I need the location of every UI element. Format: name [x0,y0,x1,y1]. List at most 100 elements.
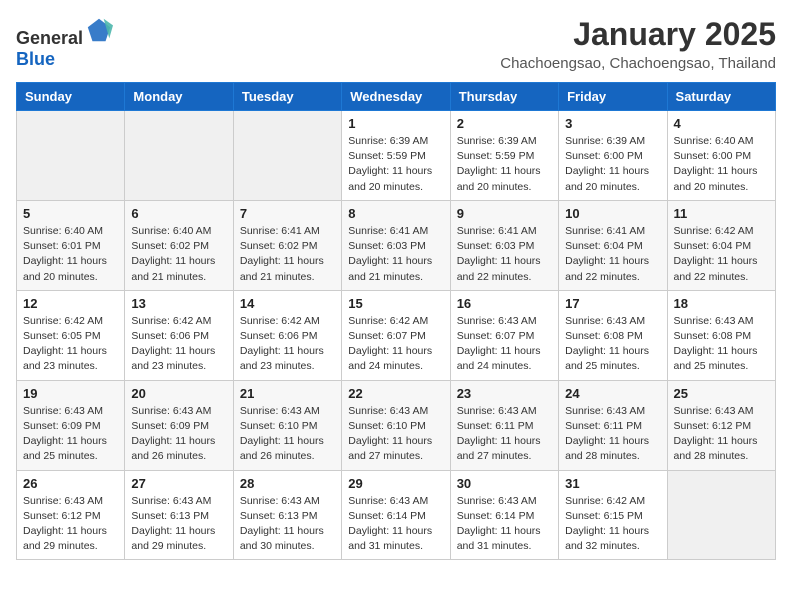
day-info: Sunrise: 6:43 AMSunset: 6:09 PMDaylight:… [23,404,118,465]
calendar-cell: 26Sunrise: 6:43 AMSunset: 6:12 PMDayligh… [17,470,125,560]
day-info: Sunrise: 6:42 AMSunset: 6:07 PMDaylight:… [348,314,443,375]
day-info: Sunrise: 6:43 AMSunset: 6:08 PMDaylight:… [674,314,769,375]
day-number: 14 [240,296,335,311]
day-number: 12 [23,296,118,311]
day-number: 3 [565,116,660,131]
day-info: Sunrise: 6:43 AMSunset: 6:12 PMDaylight:… [23,494,118,555]
weekday-header-friday: Friday [559,83,667,111]
calendar-cell: 31Sunrise: 6:42 AMSunset: 6:15 PMDayligh… [559,470,667,560]
day-info: Sunrise: 6:43 AMSunset: 6:08 PMDaylight:… [565,314,660,375]
day-info: Sunrise: 6:43 AMSunset: 6:13 PMDaylight:… [240,494,335,555]
calendar-cell: 25 Sunrise: 6:43 AMSunset: 6:12 PMDayligh… [667,380,775,470]
calendar-cell: 5 Sunrise: 6:40 AMSunset: 6:01 PMDaylight… [17,200,125,290]
day-info: Sunrise: 6:43 AMSunset: 6:14 PMDaylight:… [348,494,443,555]
weekday-header-row: SundayMondayTuesdayWednesdayThursdayFrid… [17,83,776,111]
day-info: Sunrise: 6:42 AMSunset: 6:06 PMDaylight:… [240,314,335,375]
calendar-cell: 27 Sunrise: 6:43 AMSunset: 6:13 PMDayligh… [125,470,233,560]
calendar-cell: 3 Sunrise: 6:39 AMSunset: 6:00 PMDaylight… [559,111,667,201]
weekday-header-saturday: Saturday [667,83,775,111]
day-number: 27 [131,476,226,491]
weekday-header-wednesday: Wednesday [342,83,450,111]
calendar-week-4: 19 Sunrise: 6:43 AMSunset: 6:09 PMDayligh… [17,380,776,470]
calendar-cell: 30 Sunrise: 6:43 AMSunset: 6:14 PMDayligh… [450,470,558,560]
weekday-header-thursday: Thursday [450,83,558,111]
page-header: General Blue January 2025 Chachoengsao, … [16,16,776,72]
calendar-week-2: 5 Sunrise: 6:40 AMSunset: 6:01 PMDaylight… [17,200,776,290]
calendar-week-1: 1 Sunrise: 6:39 AMSunset: 5:59 PMDaylight… [17,111,776,201]
day-info: Sunrise: 6:39 AMSunset: 5:59 PMDaylight:… [348,134,443,195]
logo: General Blue [16,16,113,70]
day-info: Sunrise: 6:43 AMSunset: 6:13 PMDaylight:… [131,494,226,555]
day-info: Sunrise: 6:42 AMSunset: 6:05 PMDaylight:… [23,314,118,375]
day-number: 4 [674,116,769,131]
calendar-cell: 8Sunrise: 6:41 AMSunset: 6:03 PMDaylight… [342,200,450,290]
day-number: 2 [457,116,552,131]
day-number: 15 [348,296,443,311]
day-number: 9 [457,206,552,221]
calendar-week-3: 12 Sunrise: 6:42 AMSunset: 6:05 PMDayligh… [17,290,776,380]
calendar-cell: 11Sunrise: 6:42 AMSunset: 6:04 PMDayligh… [667,200,775,290]
weekday-header-monday: Monday [125,83,233,111]
calendar-cell [667,470,775,560]
day-number: 1 [348,116,443,131]
calendar-cell: 29 Sunrise: 6:43 AMSunset: 6:14 PMDayligh… [342,470,450,560]
day-number: 16 [457,296,552,311]
day-number: 17 [565,296,660,311]
calendar-week-5: 26Sunrise: 6:43 AMSunset: 6:12 PMDayligh… [17,470,776,560]
calendar-cell: 20 Sunrise: 6:43 AMSunset: 6:09 PMDayligh… [125,380,233,470]
day-info: Sunrise: 6:40 AMSunset: 6:01 PMDaylight:… [23,224,118,285]
day-number: 22 [348,386,443,401]
logo-blue: Blue [16,49,55,69]
logo-general: General [16,28,83,48]
day-number: 23 [457,386,552,401]
day-number: 18 [674,296,769,311]
calendar-cell: 23 Sunrise: 6:43 AMSunset: 6:11 PMDayligh… [450,380,558,470]
day-info: Sunrise: 6:43 AMSunset: 6:11 PMDaylight:… [457,404,552,465]
day-info: Sunrise: 6:41 AMSunset: 6:04 PMDaylight:… [565,224,660,285]
calendar-cell: 12 Sunrise: 6:42 AMSunset: 6:05 PMDayligh… [17,290,125,380]
day-info: Sunrise: 6:43 AMSunset: 6:07 PMDaylight:… [457,314,552,375]
day-number: 19 [23,386,118,401]
day-number: 29 [348,476,443,491]
day-number: 20 [131,386,226,401]
day-info: Sunrise: 6:43 AMSunset: 6:10 PMDaylight:… [240,404,335,465]
day-number: 13 [131,296,226,311]
calendar-cell: 18 Sunrise: 6:43 AMSunset: 6:08 PMDayligh… [667,290,775,380]
day-number: 21 [240,386,335,401]
day-info: Sunrise: 6:43 AMSunset: 6:14 PMDaylight:… [457,494,552,555]
logo-icon [85,16,113,44]
day-info: Sunrise: 6:42 AMSunset: 6:06 PMDaylight:… [131,314,226,375]
calendar-cell [17,111,125,201]
title-section: January 2025 Chachoengsao, Chachoengsao,… [500,16,776,72]
day-info: Sunrise: 6:39 AMSunset: 6:00 PMDaylight:… [565,134,660,195]
calendar-cell: 6Sunrise: 6:40 AMSunset: 6:02 PMDaylight… [125,200,233,290]
day-number: 11 [674,206,769,221]
calendar-cell: 4 Sunrise: 6:40 AMSunset: 6:00 PMDaylight… [667,111,775,201]
calendar-cell: 28Sunrise: 6:43 AMSunset: 6:13 PMDayligh… [233,470,341,560]
calendar-cell: 19 Sunrise: 6:43 AMSunset: 6:09 PMDayligh… [17,380,125,470]
calendar-cell: 17 Sunrise: 6:43 AMSunset: 6:08 PMDayligh… [559,290,667,380]
day-number: 31 [565,476,660,491]
day-info: Sunrise: 6:40 AMSunset: 6:00 PMDaylight:… [674,134,769,195]
day-number: 30 [457,476,552,491]
day-info: Sunrise: 6:43 AMSunset: 6:12 PMDaylight:… [674,404,769,465]
calendar-cell: 22 Sunrise: 6:43 AMSunset: 6:10 PMDayligh… [342,380,450,470]
day-number: 25 [674,386,769,401]
calendar-cell: 14 Sunrise: 6:42 AMSunset: 6:06 PMDayligh… [233,290,341,380]
day-info: Sunrise: 6:41 AMSunset: 6:03 PMDaylight:… [457,224,552,285]
calendar-cell [233,111,341,201]
calendar-cell [125,111,233,201]
day-number: 24 [565,386,660,401]
month-title: January 2025 [500,16,776,53]
day-info: Sunrise: 6:41 AMSunset: 6:02 PMDaylight:… [240,224,335,285]
day-info: Sunrise: 6:43 AMSunset: 6:11 PMDaylight:… [565,404,660,465]
day-info: Sunrise: 6:39 AMSunset: 5:59 PMDaylight:… [457,134,552,195]
day-number: 8 [348,206,443,221]
day-number: 7 [240,206,335,221]
day-info: Sunrise: 6:43 AMSunset: 6:10 PMDaylight:… [348,404,443,465]
day-number: 5 [23,206,118,221]
weekday-header-sunday: Sunday [17,83,125,111]
calendar-table: SundayMondayTuesdayWednesdayThursdayFrid… [16,82,776,560]
day-number: 10 [565,206,660,221]
day-info: Sunrise: 6:43 AMSunset: 6:09 PMDaylight:… [131,404,226,465]
